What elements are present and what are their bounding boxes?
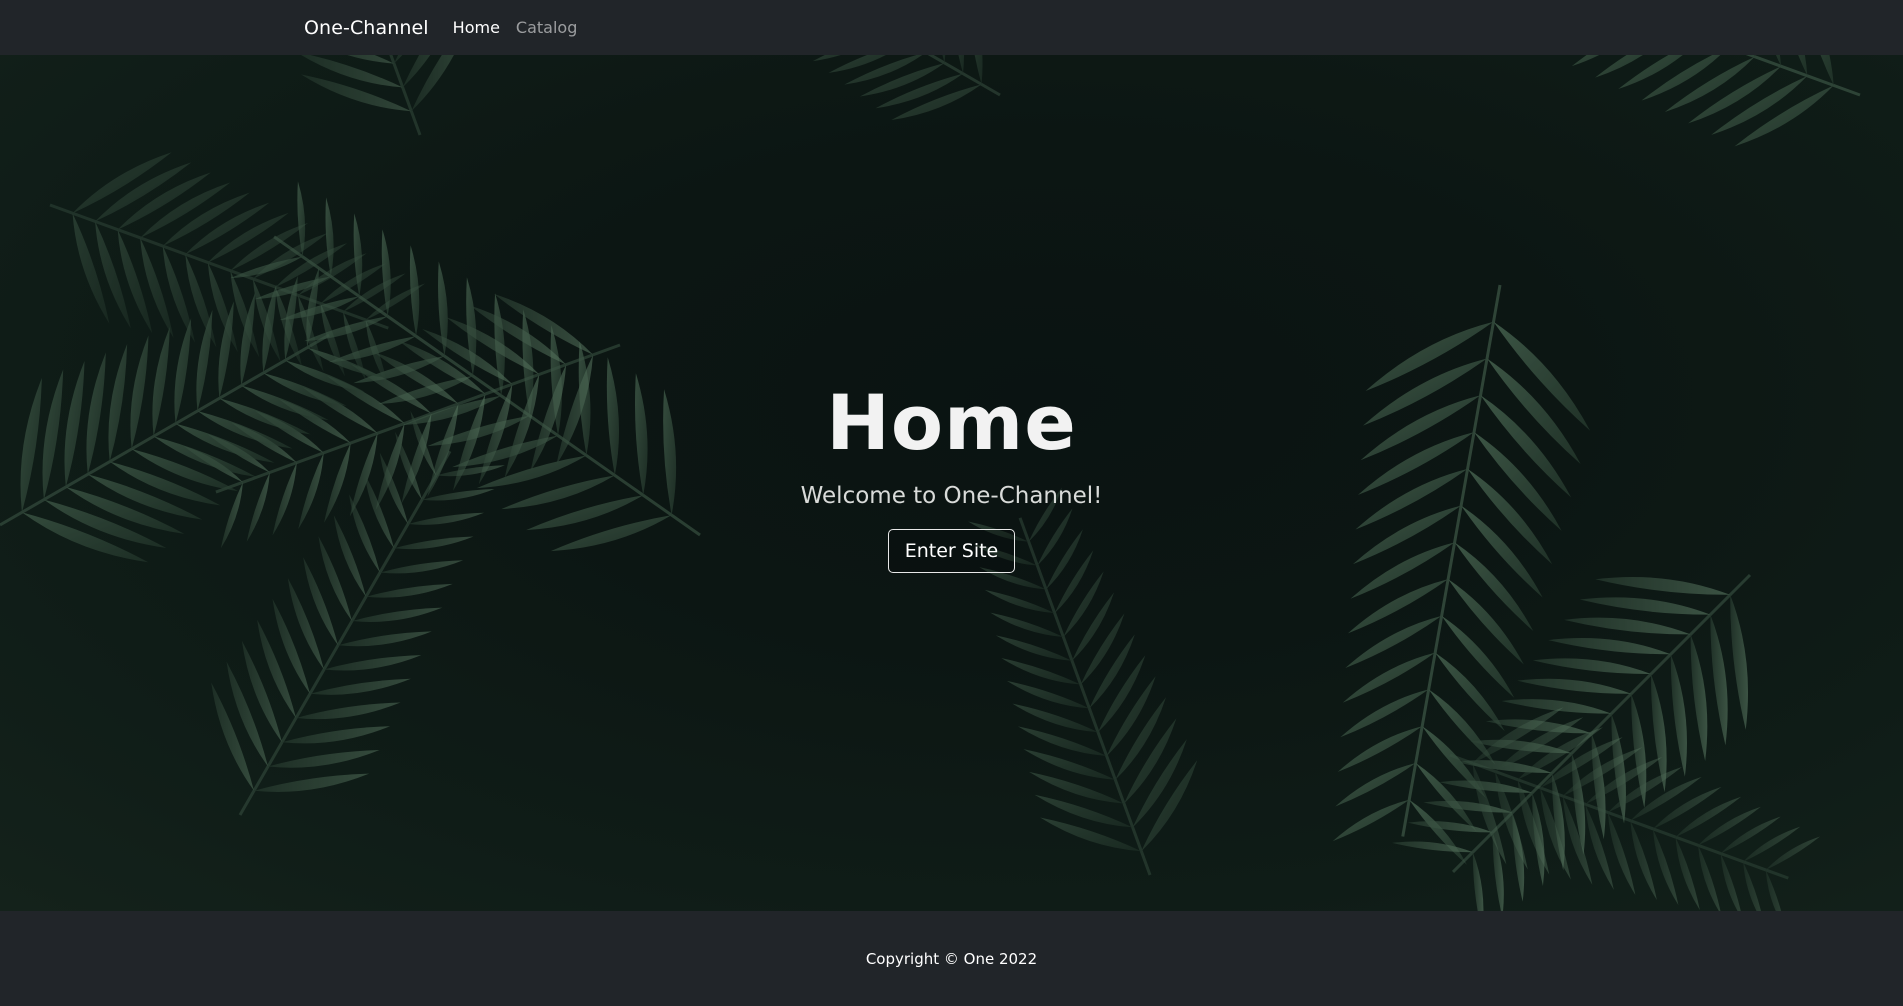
enter-site-button[interactable]: Enter Site — [887, 528, 1016, 573]
top-navbar: One-Channel Home Catalog — [0, 0, 1903, 55]
navbar-container: One-Channel Home Catalog — [304, 0, 593, 55]
hero-content: Home Welcome to One-Channel! Enter Site — [0, 55, 1903, 911]
hero-subtitle: Welcome to One-Channel! — [800, 483, 1103, 509]
hero-title: Home — [826, 378, 1077, 467]
nav-link-home[interactable]: Home — [453, 18, 500, 37]
copyright-text: Copyright © One 2022 — [865, 949, 1038, 968]
nav-link-catalog[interactable]: Catalog — [516, 18, 577, 37]
brand-link[interactable]: One-Channel — [304, 17, 429, 39]
page-footer: Copyright © One 2022 — [0, 911, 1903, 1006]
hero-section: Home Welcome to One-Channel! Enter Site — [0, 55, 1903, 911]
